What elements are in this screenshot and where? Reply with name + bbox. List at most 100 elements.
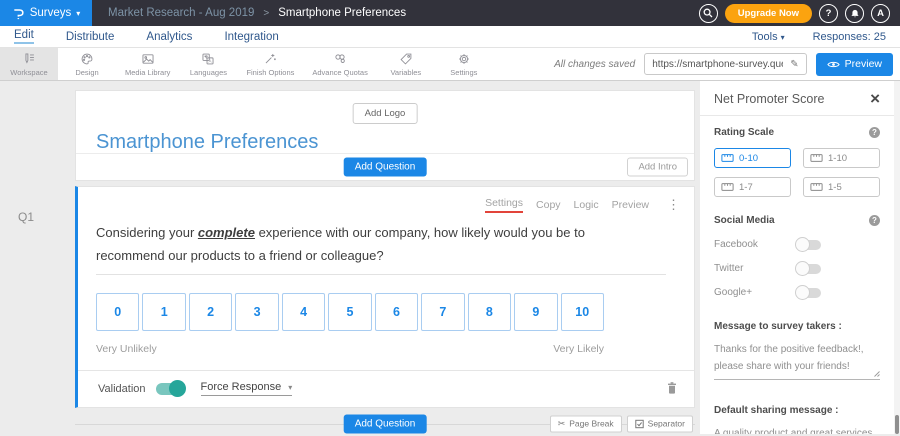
- edit-toolbar: Workspace Design Media Library A Languag…: [0, 48, 900, 81]
- scrollbar-thumb[interactable]: [895, 415, 899, 434]
- delete-question-button[interactable]: [666, 381, 678, 397]
- add-intro-button[interactable]: Add Intro: [627, 158, 688, 177]
- search-button[interactable]: [699, 4, 718, 23]
- separator-button[interactable]: Separator: [627, 415, 693, 432]
- page-break-button[interactable]: ✂ Page Break: [550, 415, 622, 432]
- tab-settings[interactable]: Settings: [485, 197, 523, 213]
- menu-item-analytics[interactable]: Analytics: [146, 31, 192, 43]
- footer-insert-buttons: ✂ Page Break Separator: [550, 415, 693, 432]
- scale-icon: [721, 183, 734, 191]
- rating-scale-section: Rating Scale ? 0-10 1-10 1-7 1-5: [700, 116, 894, 197]
- edit-url-pencil-icon[interactable]: ✎: [783, 59, 805, 70]
- message-label: Message to survey takers :: [714, 321, 842, 332]
- menu-bar: Edit Distribute Analytics Integration To…: [0, 26, 900, 48]
- rating-option-0-10[interactable]: 0-10: [714, 148, 791, 168]
- scale-option-7[interactable]: 7: [421, 293, 464, 331]
- validation-toggle[interactable]: [156, 383, 185, 395]
- survey-url-box: ✎: [644, 53, 806, 75]
- sharing-textarea[interactable]: A quality product and great services, I …: [714, 426, 880, 434]
- product-switcher[interactable]: Surveys ▾: [0, 0, 92, 26]
- breadcrumb-parent[interactable]: Market Research - Aug 2019: [108, 7, 254, 19]
- validation-type-dropdown[interactable]: Force Response ▾: [201, 381, 293, 396]
- message-textarea[interactable]: Thanks for the positive feedback!, pleas…: [714, 342, 880, 380]
- add-question-button-bottom[interactable]: Add Question: [344, 414, 427, 433]
- survey-header-card: Add Logo Smartphone Preferences Add Ques…: [75, 90, 695, 181]
- tool-media-library[interactable]: Media Library: [116, 48, 179, 80]
- menubar-right: Tools▾ Responses: 25: [752, 31, 886, 43]
- resize-handle-icon[interactable]: [873, 370, 880, 377]
- help-circle-icon[interactable]: ?: [869, 127, 880, 138]
- rating-option-1-7[interactable]: 1-7: [714, 177, 791, 197]
- rating-scale-label: Rating Scale: [714, 127, 774, 138]
- page-scrollbar[interactable]: [894, 81, 900, 434]
- kebab-menu-icon[interactable]: ⋮: [667, 197, 680, 213]
- scale-icon: [721, 154, 734, 162]
- trash-icon: [666, 381, 678, 394]
- tab-copy[interactable]: Copy: [536, 199, 561, 211]
- tab-preview[interactable]: Preview: [612, 199, 649, 211]
- tool-design[interactable]: Design: [58, 48, 116, 80]
- scale-option-8[interactable]: 8: [468, 293, 511, 331]
- scale-option-9[interactable]: 9: [514, 293, 557, 331]
- top-bar: Surveys ▾ Market Research - Aug 2019 > S…: [0, 0, 900, 26]
- scale-option-10[interactable]: 10: [561, 293, 604, 331]
- rating-option-1-10[interactable]: 1-10: [803, 148, 880, 168]
- scale-option-1[interactable]: 1: [142, 293, 185, 331]
- scale-option-2[interactable]: 2: [189, 293, 232, 331]
- tool-settings[interactable]: Settings: [435, 48, 493, 80]
- scale-option-3[interactable]: 3: [235, 293, 278, 331]
- rating-option-1-5[interactable]: 1-5: [803, 177, 880, 197]
- scale-option-6[interactable]: 6: [375, 293, 418, 331]
- languages-icon: A: [201, 52, 215, 66]
- notifications-button[interactable]: [845, 4, 864, 23]
- scale-option-0[interactable]: 0: [96, 293, 139, 331]
- question-settings-panel: Net Promoter Score × Rating Scale ? 0-10…: [700, 81, 894, 434]
- scale-option-5[interactable]: 5: [328, 293, 371, 331]
- tool-languages[interactable]: A Languages: [179, 48, 237, 80]
- advance-quotas-icon: [333, 52, 347, 66]
- question-number: Q1: [18, 210, 34, 224]
- question-divider: [96, 274, 666, 275]
- breadcrumb-separator-icon: >: [263, 8, 269, 19]
- question-text-emphasis: complete: [198, 225, 255, 240]
- question-tabs: Settings Copy Logic Preview ⋮: [485, 197, 680, 213]
- menu-item-edit[interactable]: Edit: [14, 29, 34, 44]
- save-status: All changes saved: [554, 59, 635, 70]
- sharing-label: Default sharing message :: [714, 405, 838, 416]
- close-icon[interactable]: ×: [870, 94, 880, 104]
- scissors-icon: ✂: [558, 418, 566, 429]
- design-palette-icon: [80, 52, 94, 66]
- responses-count[interactable]: Responses: 25: [813, 31, 886, 43]
- survey-url-input[interactable]: [645, 59, 783, 70]
- tool-advance-quotas[interactable]: Advance Quotas: [303, 48, 376, 80]
- help-circle-icon[interactable]: ?: [869, 215, 880, 226]
- upgrade-now-button[interactable]: Upgrade Now: [725, 4, 812, 23]
- facebook-toggle[interactable]: [796, 240, 821, 250]
- toggle-knob: [795, 261, 810, 276]
- tab-logic[interactable]: Logic: [574, 199, 599, 211]
- caret-down-icon: ▾: [781, 33, 785, 42]
- tool-workspace[interactable]: Workspace: [0, 48, 58, 80]
- menu-item-integration[interactable]: Integration: [224, 31, 278, 43]
- twitter-toggle[interactable]: [796, 264, 821, 274]
- social-media-label: Social Media: [714, 215, 775, 226]
- tools-menu[interactable]: Tools▾: [752, 31, 785, 43]
- question-text[interactable]: Considering your complete experience wit…: [96, 221, 649, 268]
- svg-text:A: A: [209, 58, 213, 63]
- googleplus-toggle[interactable]: [796, 288, 821, 298]
- add-logo-button[interactable]: Add Logo: [353, 103, 418, 124]
- help-button[interactable]: ?: [819, 4, 838, 23]
- avatar[interactable]: A: [871, 4, 890, 23]
- scale-option-4[interactable]: 4: [282, 293, 325, 331]
- questionpro-logo: [12, 7, 25, 20]
- tool-finish-options[interactable]: Finish Options: [237, 48, 303, 80]
- validation-label: Validation: [98, 383, 146, 395]
- question-card[interactable]: Settings Copy Logic Preview ⋮ Considerin…: [75, 186, 695, 408]
- toolbar-right: All changes saved ✎ Preview: [554, 48, 900, 80]
- add-question-button[interactable]: Add Question: [344, 158, 427, 177]
- menu-item-distribute[interactable]: Distribute: [66, 31, 115, 43]
- tool-variables[interactable]: Variables: [377, 48, 435, 80]
- survey-title[interactable]: Smartphone Preferences: [96, 131, 318, 154]
- preview-button[interactable]: Preview: [816, 53, 893, 76]
- caret-down-icon: ▾: [76, 9, 80, 18]
